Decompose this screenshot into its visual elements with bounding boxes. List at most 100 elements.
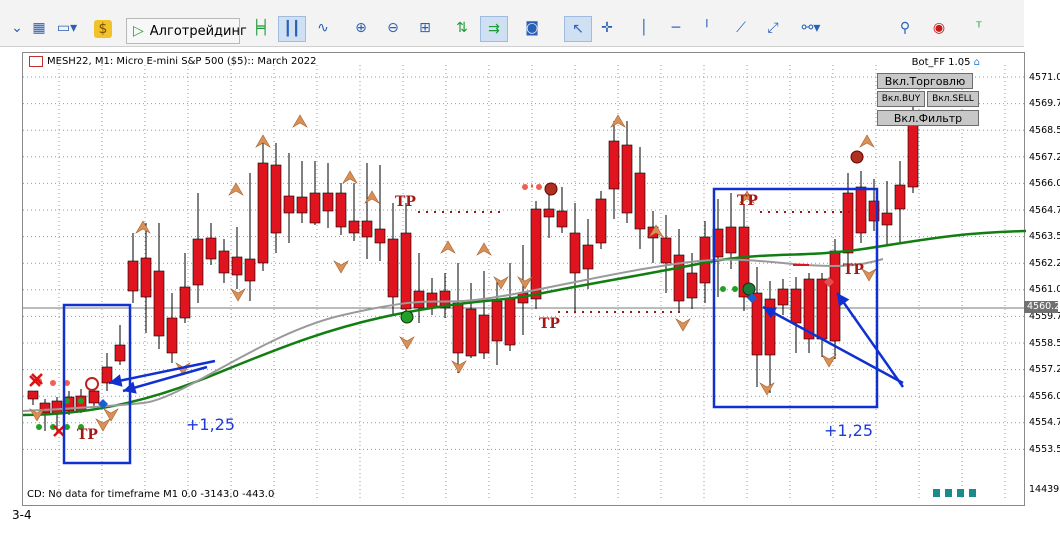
gain-label: +1,25	[186, 415, 236, 434]
candle	[283, 195, 295, 214]
vertical-line-icon[interactable]: │	[636, 16, 652, 40]
entry-marker	[400, 310, 414, 324]
candle	[153, 270, 165, 337]
candle	[51, 400, 63, 414]
candle	[725, 226, 737, 254]
candle	[842, 192, 854, 254]
fractal-down-arrow	[675, 318, 691, 332]
signal-dot	[536, 184, 542, 190]
crosshair-icon[interactable]: ✛	[596, 16, 618, 40]
coins-icon[interactable]: $	[94, 20, 112, 38]
price-label: 4553.5	[1029, 444, 1060, 455]
candle	[816, 278, 828, 340]
price-label: 4556.0	[1029, 391, 1060, 402]
candle	[686, 272, 698, 299]
price-label: 4564.7	[1029, 205, 1060, 216]
candle	[478, 314, 490, 354]
price-label: 4554.7	[1029, 417, 1060, 428]
volume-value: 14439	[1029, 484, 1060, 495]
pitchfork-icon[interactable]: ⤢	[762, 16, 784, 40]
entry-marker	[85, 377, 99, 391]
candle	[608, 140, 620, 190]
horizontal-line-icon[interactable]: ─	[664, 16, 688, 40]
candle	[27, 390, 39, 400]
bot-label-text: Bot_FF 1.05	[911, 57, 971, 68]
fractal-up-arrow	[342, 170, 358, 184]
candle	[621, 144, 633, 214]
candle	[361, 220, 373, 238]
candle	[673, 254, 685, 302]
price-label: 4558.5	[1029, 338, 1060, 349]
candle	[348, 220, 360, 234]
zoom-in-icon[interactable]: ⊕	[350, 16, 372, 40]
candle	[400, 232, 412, 310]
signal-dot	[50, 380, 56, 386]
chevron-down-icon[interactable]: ⌄	[10, 16, 24, 40]
candle	[335, 192, 347, 228]
screenshot-icon[interactable]: ◙	[520, 16, 544, 40]
signal-icon[interactable]: ᵀ	[968, 16, 990, 40]
tp-label: TP	[395, 194, 416, 210]
candle	[894, 184, 906, 210]
search-icon[interactable]: ⚲	[894, 16, 916, 40]
cursor-icon[interactable]: ↖	[564, 16, 592, 42]
enable-trading-button[interactable]: Вкл.Торговлю	[877, 73, 973, 89]
trend-line-icon[interactable]: ╵	[700, 16, 714, 40]
candle	[790, 288, 802, 324]
shapes-icon[interactable]: ⚯▾	[794, 16, 828, 40]
price-label: 4571.0	[1029, 72, 1060, 83]
price-scale[interactable]: 4571.0 4569.7 4568.5 4567.2 4566.0 4564.…	[1025, 52, 1060, 506]
grid-icon[interactable]: ⊞	[414, 16, 436, 40]
price-label: 4567.2	[1029, 152, 1060, 163]
account-icon[interactable]: ◉	[928, 16, 950, 40]
algo-trading-button[interactable]: ▷ Алготрейдинг	[126, 18, 247, 44]
candles-icon[interactable]: ┃┃	[278, 16, 306, 42]
price-label: 4563.5	[1029, 231, 1060, 242]
enable-filter-button[interactable]: Вкл.Фильтр	[877, 110, 979, 126]
candle	[270, 164, 282, 234]
candle	[595, 198, 607, 244]
line-chart-icon[interactable]: ∿	[312, 16, 334, 40]
symbol-title-text: MESH22, M1: Micro E-mini S&P 500 ($5):: …	[47, 56, 317, 67]
candle	[530, 208, 542, 300]
enable-sell-button[interactable]: Вкл.SELL	[927, 91, 979, 107]
candle	[543, 208, 555, 218]
candle	[218, 250, 230, 274]
candle	[101, 366, 113, 384]
chart-canvas	[23, 65, 1026, 499]
price-label: 4562.2	[1029, 258, 1060, 269]
candle	[322, 192, 334, 212]
candle	[855, 186, 867, 234]
current-price-label: 4560.2	[1024, 301, 1060, 313]
status-text: CD: No data for timeframe M1 0.0 -3143.0…	[27, 489, 275, 500]
channel-icon[interactable]: ⟋	[730, 16, 752, 40]
candle	[127, 260, 139, 292]
fractal-down-arrow	[95, 418, 111, 432]
candle	[296, 196, 308, 214]
chart-window[interactable]: MESH22, M1: Micro E-mini S&P 500 ($5):: …	[22, 52, 1026, 506]
volume-bar	[933, 489, 940, 497]
tp-label: TP	[843, 262, 864, 278]
annotation-arrow	[835, 292, 905, 388]
expert-icon[interactable]: ⇉	[480, 16, 508, 42]
indicator-icon[interactable]: ⇅	[450, 16, 474, 40]
tp-label: TP	[539, 316, 560, 332]
candle	[231, 256, 243, 276]
signal-dot	[732, 286, 738, 292]
price-label: 4569.7	[1029, 98, 1060, 109]
symbol-title: MESH22, M1: Micro E-mini S&P 500 ($5):: …	[29, 56, 316, 67]
chart-type-dropdown[interactable]: ▭▾	[54, 16, 80, 40]
fractal-down-arrow	[230, 288, 246, 302]
candle	[413, 290, 425, 309]
zoom-out-icon[interactable]: ⊖	[382, 16, 404, 40]
price-label: 4561.0	[1029, 284, 1060, 295]
candle	[777, 288, 789, 306]
enable-buy-button[interactable]: Вкл.BUY	[877, 91, 925, 107]
volume-bar	[957, 489, 964, 497]
bar-chart-icon[interactable]: ╞╡	[250, 16, 272, 40]
fractal-down-arrow	[451, 360, 467, 374]
entry-marker	[544, 182, 558, 196]
fractal-up-arrow	[292, 114, 308, 128]
candle	[465, 308, 477, 357]
chart-type-icon[interactable]: ▦	[28, 16, 50, 40]
